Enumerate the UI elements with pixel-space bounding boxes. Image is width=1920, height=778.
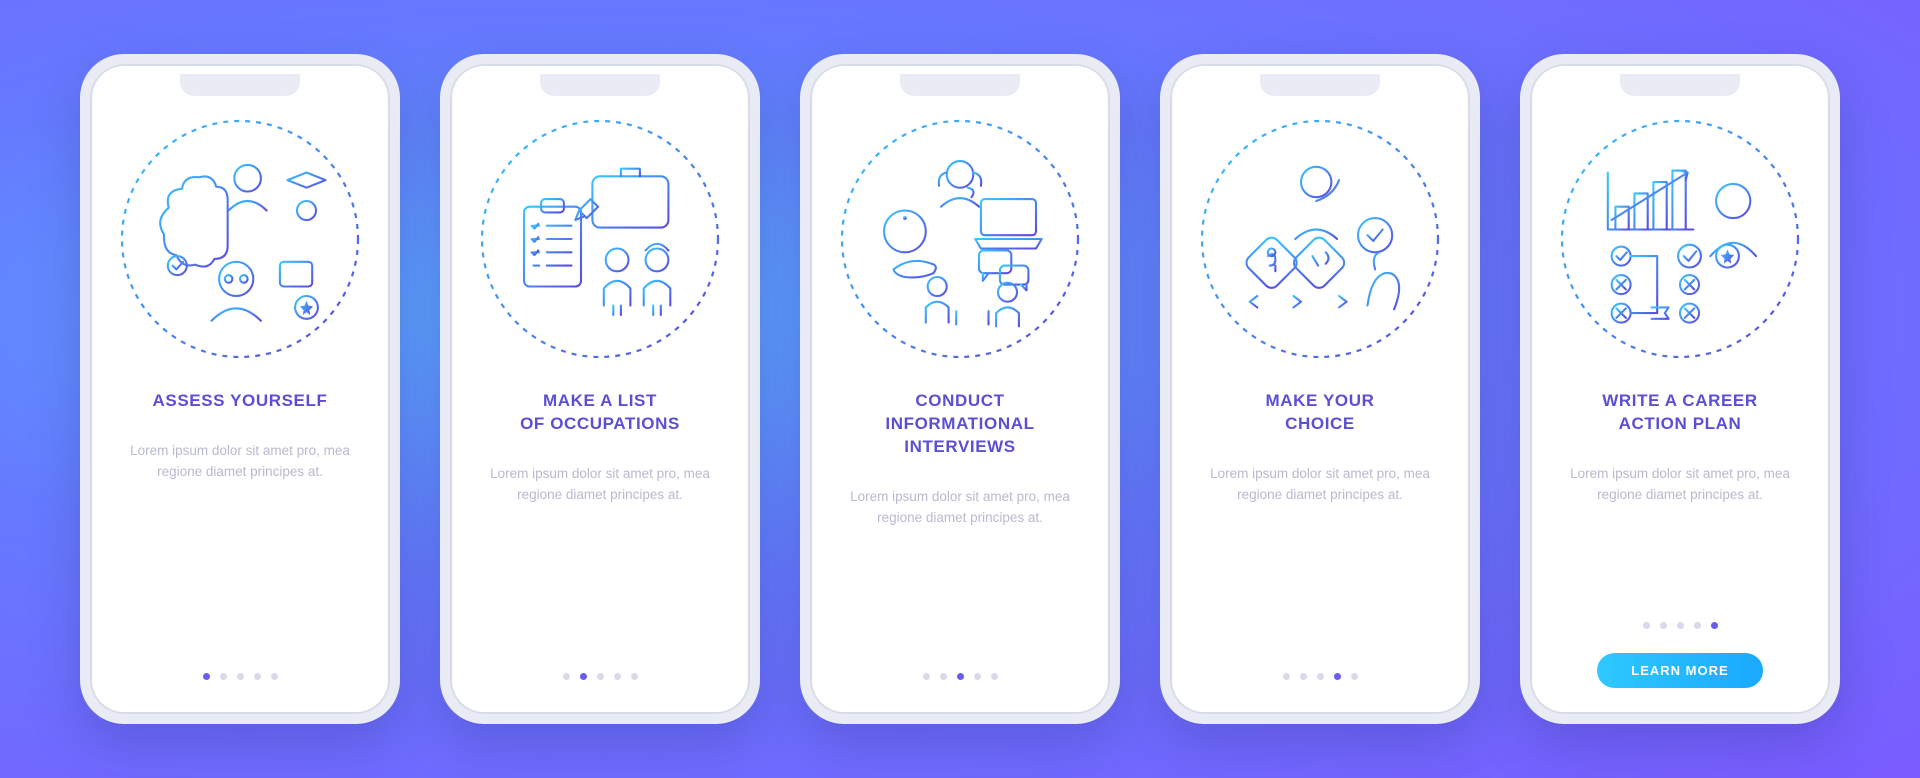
pager-dot[interactable] [271, 673, 278, 680]
onboarding-phone: MAKE A LISTOF OCCUPATIONS Lorem ipsum dol… [440, 54, 760, 724]
pager-dot[interactable] [597, 673, 604, 680]
pager-dot[interactable] [203, 673, 210, 680]
pager-dot[interactable] [580, 673, 587, 680]
pager-dots[interactable] [203, 673, 278, 680]
pager-dot[interactable] [563, 673, 570, 680]
pager-dot[interactable] [1283, 673, 1290, 680]
pager-dot[interactable] [1660, 622, 1667, 629]
career-action-plan-icon [1555, 114, 1805, 364]
screen-description: Lorem ipsum dolor sit amet pro, mea regi… [1565, 464, 1795, 506]
screen-description: Lorem ipsum dolor sit amet pro, mea regi… [845, 487, 1075, 529]
screen-title: CONDUCTINFORMATIONALINTERVIEWS [885, 390, 1034, 459]
phone-row: ASSESS YOURSELF Lorem ipsum dolor sit ame… [80, 54, 1840, 724]
pager-dot[interactable] [1351, 673, 1358, 680]
informational-interviews-icon [835, 114, 1085, 364]
pager-dots[interactable] [1643, 622, 1718, 629]
pager-dot[interactable] [220, 673, 227, 680]
pager-dot[interactable] [1711, 622, 1718, 629]
onboarding-phone: CONDUCTINFORMATIONALINTERVIEWS Lorem ipsu… [800, 54, 1120, 724]
screen-title: ASSESS YOURSELF [153, 390, 328, 413]
pager-dot[interactable] [1643, 622, 1650, 629]
pager-dot[interactable] [614, 673, 621, 680]
onboarding-phone: WRITE A CAREERACTION PLAN Lorem ipsum dol… [1520, 54, 1840, 724]
pager-dot[interactable] [631, 673, 638, 680]
pager-dot[interactable] [923, 673, 930, 680]
pager-dot[interactable] [237, 673, 244, 680]
pager-dot[interactable] [1334, 673, 1341, 680]
pager-dots[interactable] [923, 673, 998, 680]
assess-yourself-icon [115, 114, 365, 364]
screen-title: MAKE A LISTOF OCCUPATIONS [520, 390, 680, 436]
screen-description: Lorem ipsum dolor sit amet pro, mea regi… [125, 441, 355, 483]
onboarding-phone: ASSESS YOURSELF Lorem ipsum dolor sit ame… [80, 54, 400, 724]
pager-dot[interactable] [1300, 673, 1307, 680]
make-choice-icon [1195, 114, 1445, 364]
pager-dot[interactable] [940, 673, 947, 680]
onboarding-phone: MAKE YOURCHOICE Lorem ipsum dolor sit ame… [1160, 54, 1480, 724]
pager-dots[interactable] [1283, 673, 1358, 680]
pager-dot[interactable] [1677, 622, 1684, 629]
pager-dot[interactable] [957, 673, 964, 680]
pager-dot[interactable] [1317, 673, 1324, 680]
pager-dot[interactable] [254, 673, 261, 680]
screen-description: Lorem ipsum dolor sit amet pro, mea regi… [1205, 464, 1435, 506]
pager-dot[interactable] [991, 673, 998, 680]
pager-dot[interactable] [974, 673, 981, 680]
learn-more-button[interactable]: LEARN MORE [1597, 653, 1762, 688]
pager-dots[interactable] [563, 673, 638, 680]
screen-title: WRITE A CAREERACTION PLAN [1602, 390, 1757, 436]
screen-title: MAKE YOURCHOICE [1266, 390, 1375, 436]
list-occupations-icon [475, 114, 725, 364]
pager-dot[interactable] [1694, 622, 1701, 629]
screen-description: Lorem ipsum dolor sit amet pro, mea regi… [485, 464, 715, 506]
